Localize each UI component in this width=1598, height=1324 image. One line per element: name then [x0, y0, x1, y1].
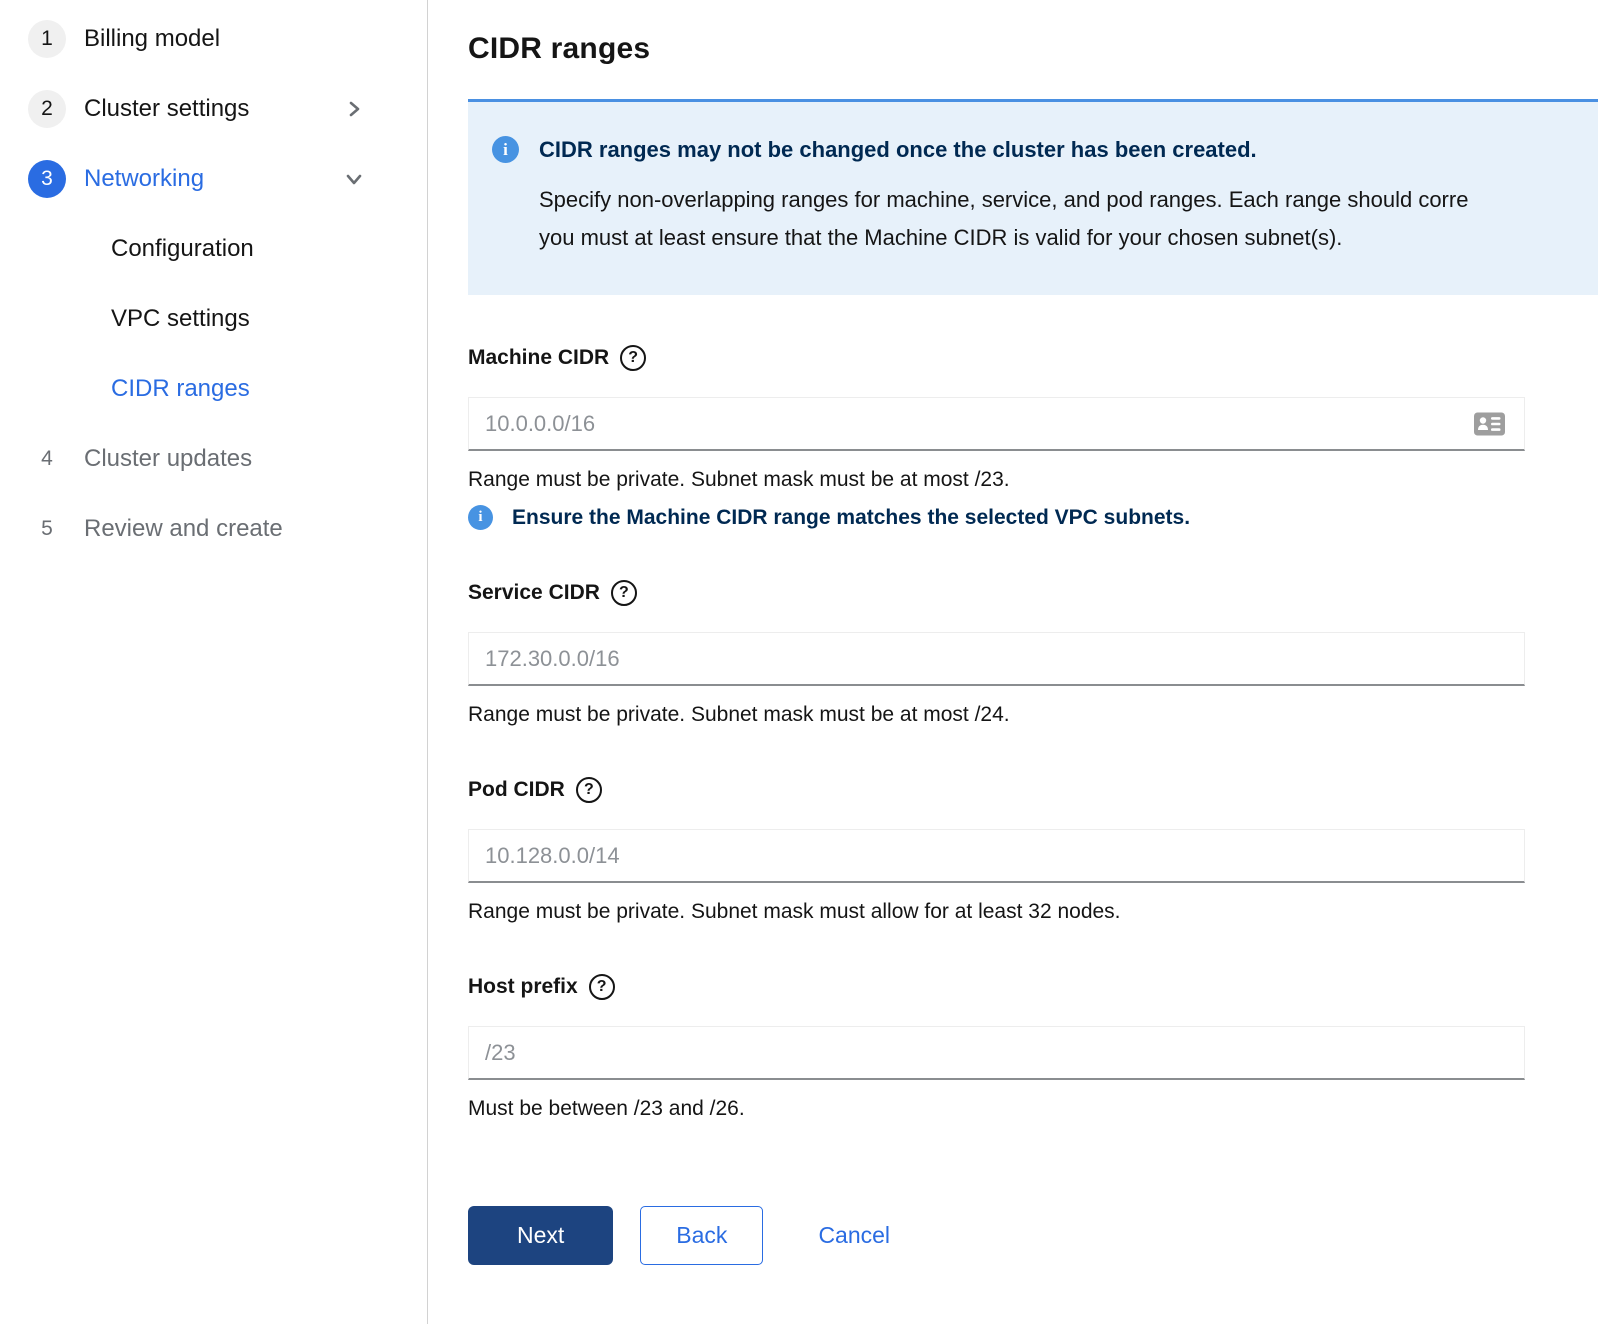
machine-cidr-input[interactable]: [468, 397, 1525, 451]
wizard-step-list: 1 Billing model 2 Cluster settings 3 Net…: [28, 4, 427, 564]
service-cidr-helper: Range must be private. Subnet mask must …: [468, 703, 1525, 727]
alert-body-line: you must at least ensure that the Machin…: [539, 219, 1598, 257]
step-number-badge: 1: [28, 20, 66, 58]
chevron-down-icon: [345, 170, 363, 188]
info-circle-icon: i: [492, 136, 519, 163]
alert-body-line: Specify non-overlapping ranges for machi…: [539, 181, 1598, 219]
question-circle-icon[interactable]: ?: [620, 345, 646, 371]
step-number-badge: 2: [28, 90, 66, 128]
cidr-ranges-panel: CIDR ranges i CIDR ranges may not be cha…: [428, 0, 1598, 1324]
step-number-badge: 4: [28, 440, 66, 478]
cancel-button[interactable]: Cancel: [808, 1207, 900, 1264]
step-label: Review and create: [84, 515, 283, 543]
wizard-step-cluster-settings[interactable]: 2 Cluster settings: [28, 74, 427, 144]
next-button[interactable]: Next: [468, 1206, 613, 1265]
machine-cidr-note-text: Ensure the Machine CIDR range matches th…: [512, 506, 1190, 530]
address-card-icon[interactable]: [1474, 413, 1505, 436]
service-cidr-input[interactable]: [468, 632, 1525, 686]
substep-label: CIDR ranges: [111, 375, 250, 403]
info-alert-title: CIDR ranges may not be changed once the …: [539, 137, 1257, 163]
wizard-step-review-create[interactable]: 5 Review and create: [28, 494, 427, 564]
step-number-badge: 5: [28, 510, 66, 548]
host-prefix-group: Host prefix ? Must be between /23 and /2…: [468, 974, 1525, 1121]
host-prefix-label: Host prefix: [468, 975, 578, 999]
step-number-badge: 3: [28, 160, 66, 198]
host-prefix-input[interactable]: [468, 1026, 1525, 1080]
question-circle-icon[interactable]: ?: [576, 777, 602, 803]
info-alert: i CIDR ranges may not be changed once th…: [468, 99, 1598, 295]
question-circle-icon[interactable]: ?: [589, 974, 615, 1000]
wizard-step-networking[interactable]: 3 Networking: [28, 144, 427, 214]
substep-label: Configuration: [111, 235, 254, 263]
pod-cidr-label: Pod CIDR: [468, 778, 565, 802]
step-label: Networking: [84, 165, 204, 193]
service-cidr-group: Service CIDR ? Range must be private. Su…: [468, 580, 1525, 727]
wizard-substep-cidr-ranges[interactable]: CIDR ranges: [28, 354, 427, 424]
info-circle-icon: i: [468, 505, 493, 530]
pod-cidr-helper: Range must be private. Subnet mask must …: [468, 900, 1525, 924]
machine-cidr-group: Machine CIDR ? Range must be private. Su…: [468, 345, 1525, 530]
wizard-footer: Next Back Cancel: [468, 1206, 1598, 1305]
step-label: Cluster settings: [84, 95, 249, 123]
wizard-substep-configuration[interactable]: Configuration: [28, 214, 427, 284]
wizard-step-cluster-updates[interactable]: 4 Cluster updates: [28, 424, 427, 494]
pod-cidr-input[interactable]: [468, 829, 1525, 883]
wizard-substep-vpc-settings[interactable]: VPC settings: [28, 284, 427, 354]
back-button[interactable]: Back: [640, 1206, 763, 1265]
step-label: Cluster updates: [84, 445, 252, 473]
service-cidr-label: Service CIDR: [468, 581, 600, 605]
question-circle-icon[interactable]: ?: [611, 580, 637, 606]
chevron-right-icon: [345, 100, 363, 118]
machine-cidr-note: i Ensure the Machine CIDR range matches …: [468, 505, 1525, 530]
host-prefix-helper: Must be between /23 and /26.: [468, 1097, 1525, 1121]
pod-cidr-group: Pod CIDR ? Range must be private. Subnet…: [468, 777, 1525, 924]
machine-cidr-label: Machine CIDR: [468, 346, 609, 370]
wizard-nav: 1 Billing model 2 Cluster settings 3 Net…: [0, 0, 428, 1324]
info-alert-body: Specify non-overlapping ranges for machi…: [539, 181, 1598, 257]
step-label: Billing model: [84, 25, 220, 53]
substep-label: VPC settings: [111, 305, 250, 333]
wizard-step-billing-model[interactable]: 1 Billing model: [28, 4, 427, 74]
page-title: CIDR ranges: [468, 32, 1598, 66]
machine-cidr-helper: Range must be private. Subnet mask must …: [468, 468, 1525, 492]
